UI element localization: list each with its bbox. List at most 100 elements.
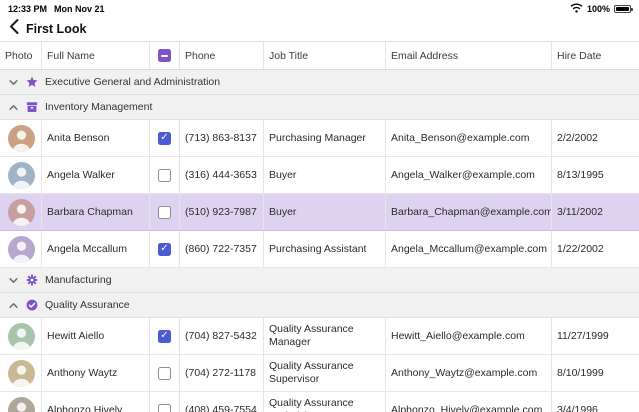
status-date: Mon Nov 21: [54, 4, 105, 14]
wifi-icon: [570, 3, 583, 15]
cell-full-name: Angela Mccallum: [42, 231, 150, 267]
cell-phone: (316) 444-3653: [180, 157, 264, 193]
group-label: Executive General and Administration: [45, 76, 220, 88]
app-screen: 12:33 PM Mon Nov 21 100% First Look Phot…: [0, 0, 639, 412]
table-row[interactable]: Angela Walker (316) 444-3653 Buyer Angel…: [0, 157, 639, 194]
column-header-select: [150, 42, 180, 69]
cell-hire-date: 2/2/2002: [552, 120, 639, 156]
cell-photo: [0, 194, 42, 230]
cell-photo: [0, 120, 42, 156]
column-header-hire-date[interactable]: Hire Date: [552, 42, 639, 69]
avatar: [8, 397, 35, 412]
cell-phone: (704) 827-5432: [180, 318, 264, 354]
battery-percent: 100%: [587, 4, 610, 14]
column-header-photo[interactable]: Photo: [0, 42, 42, 69]
nav-bar: First Look: [0, 16, 639, 41]
table-header-row: Photo Full Name Phone Job Title Email Ad…: [0, 41, 639, 70]
cell-select: [150, 194, 180, 230]
cell-photo: [0, 157, 42, 193]
group-row[interactable]: Inventory Management: [0, 95, 639, 120]
cell-email: Angela_Walker@example.com: [386, 157, 552, 193]
back-button[interactable]: [8, 18, 20, 40]
column-header-full-name[interactable]: Full Name: [42, 42, 150, 69]
box-icon: [26, 101, 38, 113]
avatar: [8, 199, 35, 226]
group-row[interactable]: Executive General and Administration: [0, 70, 639, 95]
table-body: Executive General and Administration Inv…: [0, 70, 639, 412]
table-row[interactable]: Barbara Chapman (510) 923-7987 Buyer Bar…: [0, 194, 639, 231]
avatar: [8, 125, 35, 152]
check-circle-icon: [26, 299, 38, 311]
cell-select: [150, 355, 180, 391]
avatar: [8, 360, 35, 387]
cell-full-name: Anita Benson: [42, 120, 150, 156]
cell-job-title: Quality Assurance Manager: [264, 318, 386, 354]
cell-job-title: Quality Assurance Technician: [264, 392, 386, 412]
cell-full-name: Barbara Chapman: [42, 194, 150, 230]
cell-hire-date: 3/4/1996: [552, 392, 639, 412]
column-header-job-title[interactable]: Job Title: [264, 42, 386, 69]
cell-hire-date: 8/13/1995: [552, 157, 639, 193]
row-checkbox[interactable]: [158, 243, 171, 256]
battery-icon: [614, 5, 631, 13]
row-checkbox[interactable]: [158, 169, 171, 182]
cell-phone: (704) 272-1178: [180, 355, 264, 391]
cell-phone: (860) 722-7357: [180, 231, 264, 267]
cell-select: [150, 392, 180, 412]
cell-full-name: Anthony Waytz: [42, 355, 150, 391]
column-header-email[interactable]: Email Address: [386, 42, 552, 69]
table-row[interactable]: Alphonzo Hively (408) 459-7554 Quality A…: [0, 392, 639, 412]
avatar: [8, 236, 35, 263]
chevron-left-icon: [8, 18, 20, 40]
group-row[interactable]: Manufacturing: [0, 268, 639, 293]
cell-job-title: Buyer: [264, 194, 386, 230]
cell-full-name: Angela Walker: [42, 157, 150, 193]
group-label: Inventory Management: [45, 101, 152, 113]
gear-icon: [26, 274, 38, 286]
cell-select: [150, 231, 180, 267]
group-label: Manufacturing: [45, 274, 112, 286]
cell-photo: [0, 392, 42, 412]
avatar: [8, 323, 35, 350]
group-expand-chevron[interactable]: [8, 275, 19, 286]
cell-hire-date: 1/22/2002: [552, 231, 639, 267]
group-label: Quality Assurance: [45, 299, 130, 311]
cell-job-title: Purchasing Manager: [264, 120, 386, 156]
row-checkbox[interactable]: [158, 330, 171, 343]
cell-email: Alphonzo_Hively@example.com: [386, 392, 552, 412]
cell-phone: (408) 459-7554: [180, 392, 264, 412]
row-checkbox[interactable]: [158, 367, 171, 380]
cell-hire-date: 11/27/1999: [552, 318, 639, 354]
row-checkbox[interactable]: [158, 404, 171, 412]
cell-phone: (713) 863-8137: [180, 120, 264, 156]
cell-job-title: Buyer: [264, 157, 386, 193]
cell-job-title: Quality Assurance Supervisor: [264, 355, 386, 391]
select-all-checkbox[interactable]: [158, 49, 171, 62]
cell-select: [150, 120, 180, 156]
group-expand-chevron[interactable]: [8, 300, 19, 311]
table-row[interactable]: Anthony Waytz (704) 272-1178 Quality Ass…: [0, 355, 639, 392]
status-bar: 12:33 PM Mon Nov 21 100%: [0, 0, 639, 16]
cell-select: [150, 318, 180, 354]
table-row[interactable]: Anita Benson (713) 863-8137 Purchasing M…: [0, 120, 639, 157]
cell-full-name: Alphonzo Hively: [42, 392, 150, 412]
cell-photo: [0, 231, 42, 267]
cell-email: Hewitt_Aiello@example.com: [386, 318, 552, 354]
star-icon: [26, 76, 38, 88]
cell-email: Angela_Mccallum@example.com: [386, 231, 552, 267]
row-checkbox[interactable]: [158, 206, 171, 219]
group-row[interactable]: Quality Assurance: [0, 293, 639, 318]
cell-job-title: Purchasing Assistant: [264, 231, 386, 267]
cell-photo: [0, 355, 42, 391]
cell-hire-date: 8/10/1999: [552, 355, 639, 391]
avatar: [8, 162, 35, 189]
cell-email: Anthony_Waytz@example.com: [386, 355, 552, 391]
table-row[interactable]: Hewitt Aiello (704) 827-5432 Quality Ass…: [0, 318, 639, 355]
group-expand-chevron[interactable]: [8, 77, 19, 88]
row-checkbox[interactable]: [158, 132, 171, 145]
table-row[interactable]: Angela Mccallum (860) 722-7357 Purchasin…: [0, 231, 639, 268]
group-expand-chevron[interactable]: [8, 102, 19, 113]
cell-email: Anita_Benson@example.com: [386, 120, 552, 156]
cell-select: [150, 157, 180, 193]
column-header-phone[interactable]: Phone: [180, 42, 264, 69]
